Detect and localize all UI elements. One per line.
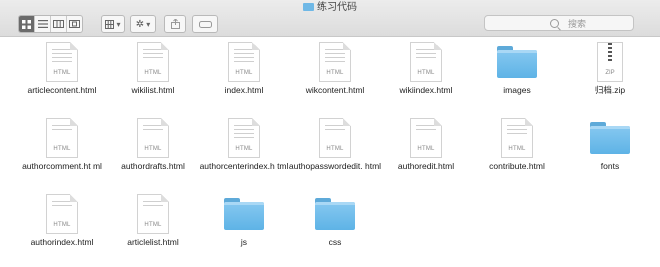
folder-item[interactable]: fonts [562,118,658,171]
file-name: authorindex.html [30,237,94,247]
search-placeholder: 搜索 [568,19,587,29]
search-icon [550,19,559,28]
tag-icon [198,20,212,28]
folder-name: images [503,85,531,95]
html-file-icon: HTML [410,118,442,158]
folder-icon [224,198,264,230]
html-file-icon: HTML [137,42,169,82]
file-item[interactable]: HTML authoredit.html [378,118,474,171]
html-file-icon: HTML [410,42,442,82]
file-name: authopasswordedit. html [288,161,382,171]
view-mode-control[interactable] [18,15,83,33]
file-item[interactable]: HTML articlecontent.html [14,42,110,95]
html-file-icon: HTML [319,118,351,158]
html-file-icon: HTML [501,118,533,158]
grid-icon [22,19,31,29]
zip-file-icon: ZIP [597,42,623,82]
file-name: authorcomment.ht ml [22,161,102,171]
file-item[interactable]: HTML wikilist.html [105,42,201,95]
icon-view-button[interactable] [19,16,35,32]
html-file-icon: HTML [228,42,260,82]
cover-flow-icon [69,20,80,28]
html-file-icon: HTML [228,118,260,158]
file-name: wikiindex.html [399,85,453,95]
html-file-icon: HTML [46,194,78,234]
file-name: 归档.zip [594,85,626,95]
file-name: authordrafts.html [121,161,185,171]
file-name: authoredit.html [397,161,455,171]
file-item[interactable]: HTML wikiindex.html [378,42,474,95]
folder-icon [497,46,537,78]
html-file-icon: HTML [137,194,169,234]
group-button[interactable]: ▾ [101,15,125,33]
folder-icon [303,3,314,11]
list-view-button[interactable] [35,16,51,32]
file-item[interactable]: HTML authorcenterindex.h tml [196,118,292,171]
finder-window: 练习代码 ▾ ✲ ▾ 搜索 HTML articlecontent.html H… [0,0,660,267]
chevron-down-icon: ▾ [116,19,121,29]
list-icon [37,20,48,28]
html-file-icon: HTML [319,42,351,82]
toolbar: 练习代码 ▾ ✲ ▾ 搜索 [0,0,660,37]
file-item[interactable]: HTML authorcomment.ht ml [14,118,110,171]
folder-icon [315,198,355,230]
file-item[interactable]: HTML authorindex.html [14,194,110,247]
folder-item[interactable]: css [287,194,383,247]
folder-name: fonts [600,161,620,171]
tags-button[interactable] [192,15,218,33]
file-item[interactable]: HTML authopasswordedit. html [287,118,383,171]
share-button[interactable] [164,15,186,33]
window-title-text: 练习代码 [317,2,357,13]
search-field[interactable]: 搜索 [484,15,634,31]
file-name: index.html [224,85,264,95]
column-view-button[interactable] [51,16,67,32]
window-title: 练习代码 [0,2,660,14]
folder-name: js [240,237,248,247]
action-button[interactable]: ✲ ▾ [130,15,156,33]
columns-icon [53,20,64,28]
share-icon [170,19,180,29]
file-name: wikilist.html [131,85,175,95]
file-name: articlecontent.html [27,85,97,95]
grid-icon [105,19,115,29]
file-item[interactable]: ZIP 归档.zip [562,42,658,95]
file-item[interactable]: HTML index.html [196,42,292,95]
file-item[interactable]: HTML wikcontent.html [287,42,383,95]
html-file-icon: HTML [46,42,78,82]
file-name: wikcontent.html [305,85,365,95]
file-name: authorcenterindex.h tml [199,161,289,171]
folder-icon [590,122,630,154]
cover-flow-view-button[interactable] [67,16,82,32]
folder-item[interactable]: js [196,194,292,247]
file-name: articlelist.html [127,237,179,247]
chevron-down-icon: ▾ [146,19,151,29]
html-file-icon: HTML [137,118,169,158]
file-name: contribute.html [489,161,545,171]
folder-item[interactable]: images [469,42,565,95]
html-file-icon: HTML [46,118,78,158]
file-item[interactable]: HTML articlelist.html [105,194,201,247]
file-item[interactable]: HTML contribute.html [469,118,565,171]
file-item[interactable]: HTML authordrafts.html [105,118,201,171]
gear-icon: ✲ [135,18,145,30]
folder-name: css [328,237,342,247]
